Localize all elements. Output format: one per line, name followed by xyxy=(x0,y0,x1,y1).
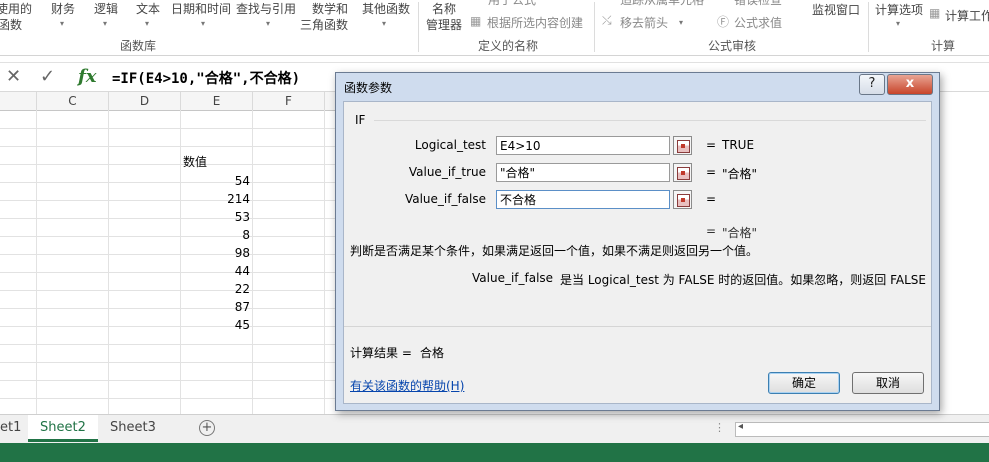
remove-arrows-icon: ⤯ xyxy=(602,13,612,27)
value-if-false-label: Value_if_false xyxy=(404,192,486,206)
calc-options-button[interactable]: 计算选项 xyxy=(875,1,923,18)
function-name: IF xyxy=(355,113,366,127)
trace-dependents-button[interactable]: 追踪从属单元格 xyxy=(620,0,704,8)
horizontal-scrollbar[interactable]: ◂ xyxy=(735,421,989,437)
cancel-icon[interactable]: ✕ xyxy=(6,66,21,87)
collapse-dialog-icon[interactable] xyxy=(673,190,692,209)
close-icon[interactable]: x xyxy=(887,74,933,95)
group-defined-names: 定义的名称 xyxy=(478,39,539,53)
status-bar xyxy=(0,443,989,462)
value-if-true-label: Value_if_true xyxy=(408,165,486,179)
name-manager-button[interactable]: 名称 xyxy=(432,0,456,17)
cell-e7[interactable]: 8 xyxy=(182,226,250,244)
logical-button[interactable]: 逻辑 xyxy=(94,0,118,17)
enter-icon[interactable]: ✓ xyxy=(40,66,55,87)
function-help-link[interactable]: 有关该函数的帮助(H) xyxy=(350,377,464,394)
equals-sign: = xyxy=(706,165,717,179)
logical-test-input[interactable]: E4>10 xyxy=(496,136,670,155)
dialog-body: IF Logical_test E4>10 = TRUE Value_if_tr… xyxy=(343,101,932,404)
calc-result-value: 合格 xyxy=(420,346,445,360)
tab-sheet3[interactable]: Sheet3 xyxy=(98,415,168,441)
ok-button[interactable]: 确定 xyxy=(768,372,840,394)
formula-result-value: "合格" xyxy=(722,226,758,240)
column-header-b[interactable]: B xyxy=(0,92,37,111)
chevron-down-icon: ▾ xyxy=(896,19,901,28)
value-if-true-input[interactable]: "合格" xyxy=(496,163,670,182)
recent-functions-sub: 函数 xyxy=(0,18,23,32)
chevron-down-icon: ▾ xyxy=(382,19,387,28)
collapse-dialog-icon[interactable] xyxy=(673,136,692,155)
chevron-down-icon: ▾ xyxy=(266,19,271,28)
cell-e4[interactable]: 54 xyxy=(182,172,250,190)
more-functions-button[interactable]: 其他函数 xyxy=(362,0,410,17)
group-calculation: 计算 xyxy=(931,39,956,53)
name-manager-sub: 管理器 xyxy=(426,18,463,32)
column-header-f[interactable]: F xyxy=(253,92,325,111)
create-from-selection-button[interactable]: 根据所选内容创建 xyxy=(487,14,583,31)
ribbon-divider xyxy=(594,2,595,52)
add-sheet-icon[interactable]: + xyxy=(199,420,215,436)
sheet-tab-bar: et1 Sheet2 Sheet3 + ⋮ ◂ xyxy=(0,414,989,443)
error-check-button[interactable]: 错误检查 xyxy=(734,0,782,8)
cell-e6[interactable]: 53 xyxy=(182,208,250,226)
ribbon-divider xyxy=(418,2,419,52)
function-description: 判断是否满足某个条件，如果满足返回一个值，如果不满足则返回另一个值。 xyxy=(350,244,759,258)
group-function-library: 函数库 xyxy=(120,39,157,53)
chevron-down-icon: ▾ xyxy=(145,19,150,28)
evaluate-formula-icon: Ⓕ xyxy=(717,15,730,29)
tab-sheet2[interactable]: Sheet2 xyxy=(28,415,98,442)
chevron-down-icon: ▾ xyxy=(60,19,65,28)
text-button[interactable]: 文本 xyxy=(136,0,160,17)
chevron-down-icon: ▾ xyxy=(103,19,108,28)
cell-e5[interactable]: 214 xyxy=(182,190,250,208)
financial-button[interactable]: 财务 xyxy=(51,0,75,17)
cell-e8[interactable]: 98 xyxy=(182,244,250,262)
scroll-left-icon[interactable]: ◂ xyxy=(738,421,743,432)
column-header-d[interactable]: D xyxy=(109,92,181,111)
watch-window-button[interactable]: 监视窗口 xyxy=(812,1,860,18)
column-header-e[interactable]: E xyxy=(181,92,253,111)
ribbon: 最近使用的 函数 财务 ▾ 逻辑 ▾ 文本 ▾ 日期和时间 ▾ 查找与引用 ▾ … xyxy=(0,0,989,56)
calc-result-label: 计算结果 = xyxy=(350,346,412,360)
value-if-true-result: "合格" xyxy=(722,167,758,181)
arg-help-text: 是当 Logical_test 为 FALSE 时的返回值。如果忽略，则返回 F… xyxy=(560,273,926,287)
cell-e11[interactable]: 87 xyxy=(182,298,250,316)
formula-input[interactable]: =IF(E4>10,"合格",不合格) xyxy=(112,68,300,88)
cell-e10[interactable]: 22 xyxy=(182,280,250,298)
group-formula-auditing: 公式审核 xyxy=(708,39,757,53)
lookup-reference-button[interactable]: 查找与引用 xyxy=(236,0,296,17)
help-icon[interactable]: ? xyxy=(859,74,885,95)
dialog-title: 函数参数 xyxy=(344,81,393,95)
insert-function-icon[interactable]: fx xyxy=(78,66,96,87)
logical-test-label: Logical_test xyxy=(414,138,486,152)
remove-arrows-button[interactable]: 移去箭头 xyxy=(620,14,668,31)
date-time-button[interactable]: 日期和时间 xyxy=(171,0,231,17)
tab-splitter-icon[interactable]: ⋮ xyxy=(714,421,725,434)
evaluate-formula-button[interactable]: 公式求值 xyxy=(734,14,782,31)
recent-functions-button[interactable]: 最近使用的 xyxy=(0,0,32,17)
cell-e9[interactable]: 44 xyxy=(182,262,250,280)
chevron-down-icon: ▾ xyxy=(679,18,684,27)
table-icon: ▦ xyxy=(470,14,482,28)
calc-sheet-icon: ▦ xyxy=(929,6,941,20)
chevron-down-icon: ▾ xyxy=(201,19,206,28)
function-arguments-dialog: 函数参数 ? x IF Logical_test E4>10 = TRUE Va… xyxy=(335,72,940,411)
value-if-false-input[interactable]: 不合格 xyxy=(496,190,670,209)
use-in-formula-button[interactable]: 用于公式 xyxy=(488,0,536,8)
arg-help-name: Value_if_false xyxy=(472,271,554,285)
logical-test-result: TRUE xyxy=(722,138,755,152)
collapse-dialog-icon[interactable] xyxy=(673,163,692,182)
math-trig-sub: 三角函数 xyxy=(300,18,349,32)
cell-e12[interactable]: 45 xyxy=(182,316,250,334)
ribbon-divider xyxy=(868,2,869,52)
column-header-c[interactable]: C xyxy=(37,92,109,111)
calc-sheet-button[interactable]: 计算工作表 xyxy=(945,7,989,24)
cancel-button[interactable]: 取消 xyxy=(852,372,924,394)
math-trig-button[interactable]: 数学和 xyxy=(312,0,348,17)
equals-sign: = xyxy=(706,138,717,152)
equals-sign: = xyxy=(706,224,717,238)
equals-sign: = xyxy=(706,192,717,206)
cell-e3[interactable]: 数值 xyxy=(183,153,251,171)
